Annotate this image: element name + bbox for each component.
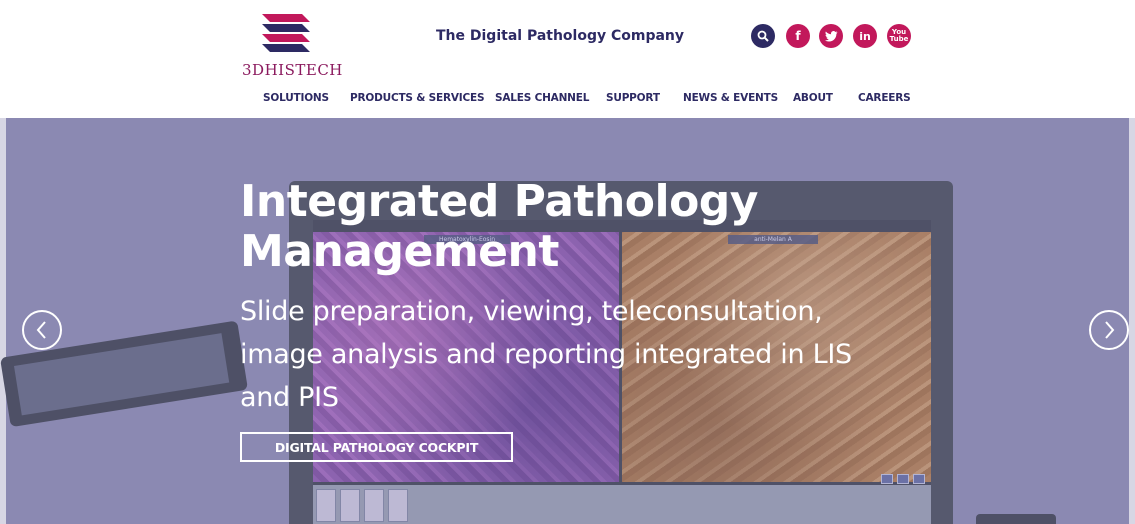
chevron-left-icon <box>36 321 46 339</box>
linkedin-link[interactable]: in <box>853 24 877 48</box>
hero-subtitle-line-3: and PIS <box>240 382 339 413</box>
hero-title: Integrated Pathology Management <box>240 177 860 277</box>
search-icon <box>757 30 769 42</box>
facebook-icon: f <box>795 29 801 43</box>
tagline: The Digital Pathology Company <box>436 28 685 44</box>
twitter-link[interactable] <box>819 24 843 48</box>
nav-item-support[interactable]: SUPPORT <box>606 92 660 104</box>
hero-subtitle-line-2: image analysis and reporting integrated … <box>240 339 852 370</box>
hero-title-line-2: Management <box>240 226 559 277</box>
nav-item-products-services[interactable]: PRODUCTS & SERVICES <box>350 92 485 104</box>
youtube-icon: You Tube <box>889 28 909 43</box>
nav-item-news-events[interactable]: NEWS & EVENTS <box>683 92 778 104</box>
hero-title-line-1: Integrated Pathology <box>240 176 758 227</box>
hero-subtitle: Slide preparation, viewing, teleconsulta… <box>240 290 900 419</box>
slider-prev-button[interactable] <box>22 310 62 350</box>
logo-mark-icon <box>262 14 310 52</box>
hero-subtitle-line-1: Slide preparation, viewing, teleconsulta… <box>240 296 823 327</box>
cta-button[interactable]: DIGITAL PATHOLOGY COCKPIT <box>240 432 513 462</box>
site-header: 3DHISTECH The Digital Pathology Company … <box>0 0 1135 118</box>
logo-text-suffix: HISTECH <box>264 61 343 79</box>
twitter-icon <box>824 30 837 41</box>
facebook-link[interactable]: f <box>786 24 810 48</box>
chevron-right-icon <box>1105 321 1115 339</box>
youtube-link[interactable]: You Tube <box>887 24 911 48</box>
main-nav: SOLUTIONS PRODUCTS & SERVICES SALES CHAN… <box>0 92 1135 106</box>
logo-wordmark: 3DHISTECH <box>242 61 343 79</box>
nav-item-solutions[interactable]: SOLUTIONS <box>263 92 329 104</box>
nav-item-sales-channel[interactable]: SALES CHANNEL <box>495 92 589 104</box>
slider-next-button[interactable] <box>1089 310 1129 350</box>
nav-item-careers[interactable]: CAREERS <box>858 92 911 104</box>
nav-item-about[interactable]: ABOUT <box>793 92 833 104</box>
logo[interactable]: 3DHISTECH <box>242 8 342 79</box>
linkedin-icon: in <box>859 29 871 43</box>
logo-text-prefix: 3D <box>242 61 265 79</box>
search-button[interactable] <box>751 24 775 48</box>
